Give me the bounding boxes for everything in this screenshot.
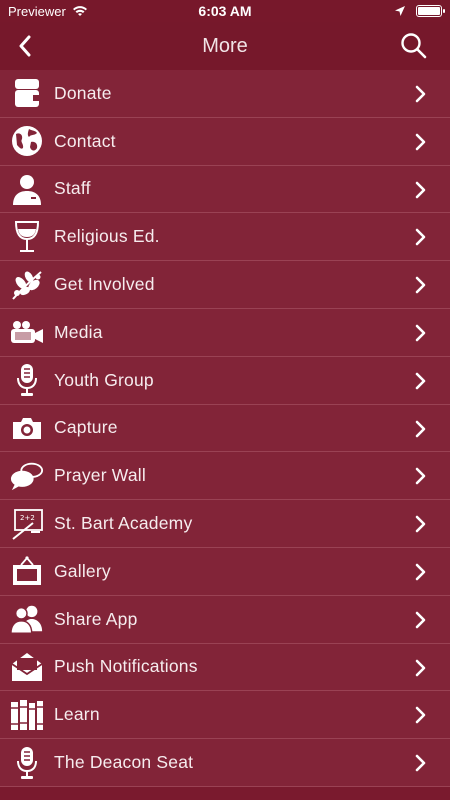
svg-text:2+2: 2+2 [20, 514, 35, 522]
menu-item-label: Prayer Wall [54, 465, 146, 486]
microphone-icon [10, 363, 44, 397]
menu-item-label: Religious Ed. [54, 226, 160, 247]
menu-item-get-involved[interactable]: Get Involved [0, 261, 450, 309]
menu-item-label: St. Bart Academy [54, 513, 193, 534]
menu-item-share-app[interactable]: Share App [0, 595, 450, 644]
picture-frame-icon [10, 554, 44, 588]
people-icon [10, 602, 44, 636]
wine-glass-icon [10, 220, 44, 254]
menu-item-label: Get Involved [54, 274, 155, 295]
carrier: Previewer [8, 4, 88, 19]
menu-item-religious-ed[interactable]: Religious Ed. [0, 213, 450, 262]
microphone-icon [10, 746, 44, 780]
menu-list: Donate Contact Staff Religious Ed. Get I… [0, 70, 450, 787]
menu-item-label: Donate [54, 82, 112, 103]
menu-item-donate[interactable]: Donate [0, 70, 450, 118]
search-button[interactable] [400, 32, 428, 60]
back-button[interactable] [18, 33, 46, 59]
chevron-right-icon [415, 468, 426, 485]
menu-item-label: Youth Group [54, 369, 154, 390]
chevron-right-icon [415, 133, 426, 151]
menu-item-label: Learn [54, 704, 100, 725]
menu-item-label: Contact [54, 130, 116, 151]
menu-item-label: Share App [54, 608, 138, 629]
chevron-right-icon [415, 707, 426, 724]
chevron-right-icon [415, 85, 426, 103]
menu-item-label: Capture [54, 417, 118, 438]
globe-icon [10, 124, 44, 158]
envelope-icon [10, 650, 44, 684]
books-icon [10, 698, 44, 732]
chevron-left-icon [19, 35, 31, 57]
camera-icon [10, 411, 44, 445]
chevron-right-icon [415, 515, 426, 533]
chalkboard-icon: 2+2 [10, 507, 44, 541]
olive-branch-icon [10, 268, 44, 302]
menu-item-label: Media [54, 321, 103, 342]
chevron-right-icon [415, 754, 426, 772]
menu-item-label: Push Notifications [54, 656, 198, 677]
chevron-right-icon [415, 276, 426, 294]
menu-item-label: Staff [54, 178, 91, 199]
person-icon [10, 172, 44, 206]
menu-item-media[interactable]: Media [0, 308, 450, 357]
menu-item-youth-group[interactable]: Youth Group [0, 356, 450, 405]
chevron-right-icon [415, 181, 426, 198]
search-icon [401, 33, 427, 59]
chat-bubbles-icon [10, 459, 44, 493]
chevron-right-icon [415, 420, 426, 437]
nav-bar: More [0, 22, 450, 70]
menu-item-staff[interactable]: Staff [0, 165, 450, 214]
wallet-icon [10, 76, 44, 110]
chevron-right-icon [415, 611, 426, 629]
carrier-label: Previewer [8, 3, 66, 19]
status-bar: Previewer 6:03 AM [0, 0, 450, 22]
menu-item-push-notifications[interactable]: Push Notifications [0, 643, 450, 692]
menu-item-prayer-wall[interactable]: Prayer Wall [0, 452, 450, 501]
menu-item-contact[interactable]: Contact [0, 117, 450, 166]
wifi-icon [72, 5, 88, 17]
chevron-right-icon [415, 229, 426, 246]
menu-item-st-bart-academy[interactable]: 2+2 St. Bart Academy [0, 500, 450, 548]
page-title: More [202, 34, 248, 57]
chevron-right-icon [415, 563, 426, 581]
chevron-right-icon [415, 324, 426, 342]
menu-item-label: Gallery [54, 560, 111, 581]
menu-item-gallery[interactable]: Gallery [0, 547, 450, 596]
battery-icon [416, 5, 445, 17]
chevron-right-icon [415, 372, 426, 390]
menu-item-learn[interactable]: Learn [0, 691, 450, 740]
menu-item-the-deacon-seat[interactable]: The Deacon Seat [0, 739, 450, 787]
location-arrow-icon [394, 5, 406, 17]
chevron-right-icon [415, 659, 426, 676]
video-camera-icon [10, 315, 44, 349]
menu-item-capture[interactable]: Capture [0, 404, 450, 453]
menu-item-label: The Deacon Seat [54, 752, 194, 773]
